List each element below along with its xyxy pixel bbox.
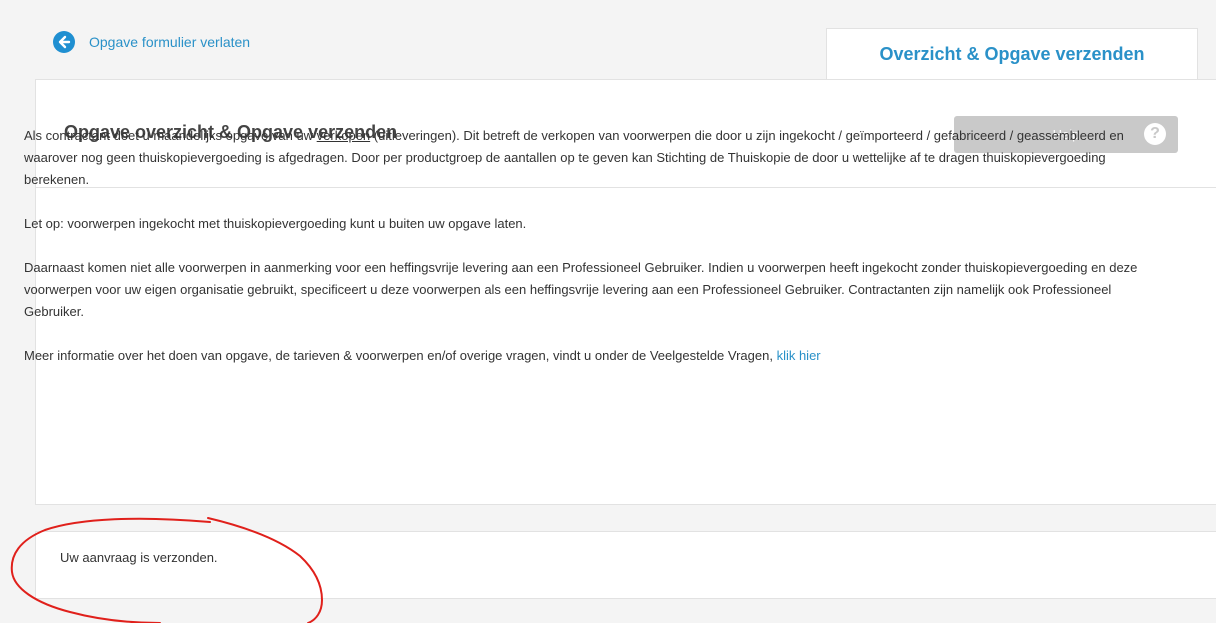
tab-overview-send[interactable]: Overzicht & Opgave verzenden [826, 28, 1198, 80]
leave-form-label: Opgave formulier verlaten [89, 34, 251, 50]
faq-link[interactable]: klik hier [777, 348, 821, 363]
arrow-left-icon [53, 31, 75, 53]
info-paragraph-3: Daarnaast komen niet alle voorwerpen in … [24, 260, 1138, 319]
info-paragraph-4: Meer informatie over het doen van opgave… [24, 348, 821, 363]
tab-overview-send-label: Overzicht & Opgave verzenden [879, 44, 1145, 64]
info-paragraph-1: Als contractant doet u maandelijks opgav… [24, 128, 1124, 187]
status-panel: Uw aanvraag is verzonden. [35, 531, 1216, 599]
info-paragraph-2: Let op: voorwerpen ingekocht met thuisko… [24, 216, 527, 231]
verkopen-link[interactable]: verkopen [317, 128, 370, 143]
status-message: Uw aanvraag is verzonden. [60, 550, 218, 565]
leave-form-link[interactable]: Opgave formulier verlaten [53, 31, 250, 53]
info-text: Als contractant doet u maandelijks opgav… [24, 125, 1174, 389]
